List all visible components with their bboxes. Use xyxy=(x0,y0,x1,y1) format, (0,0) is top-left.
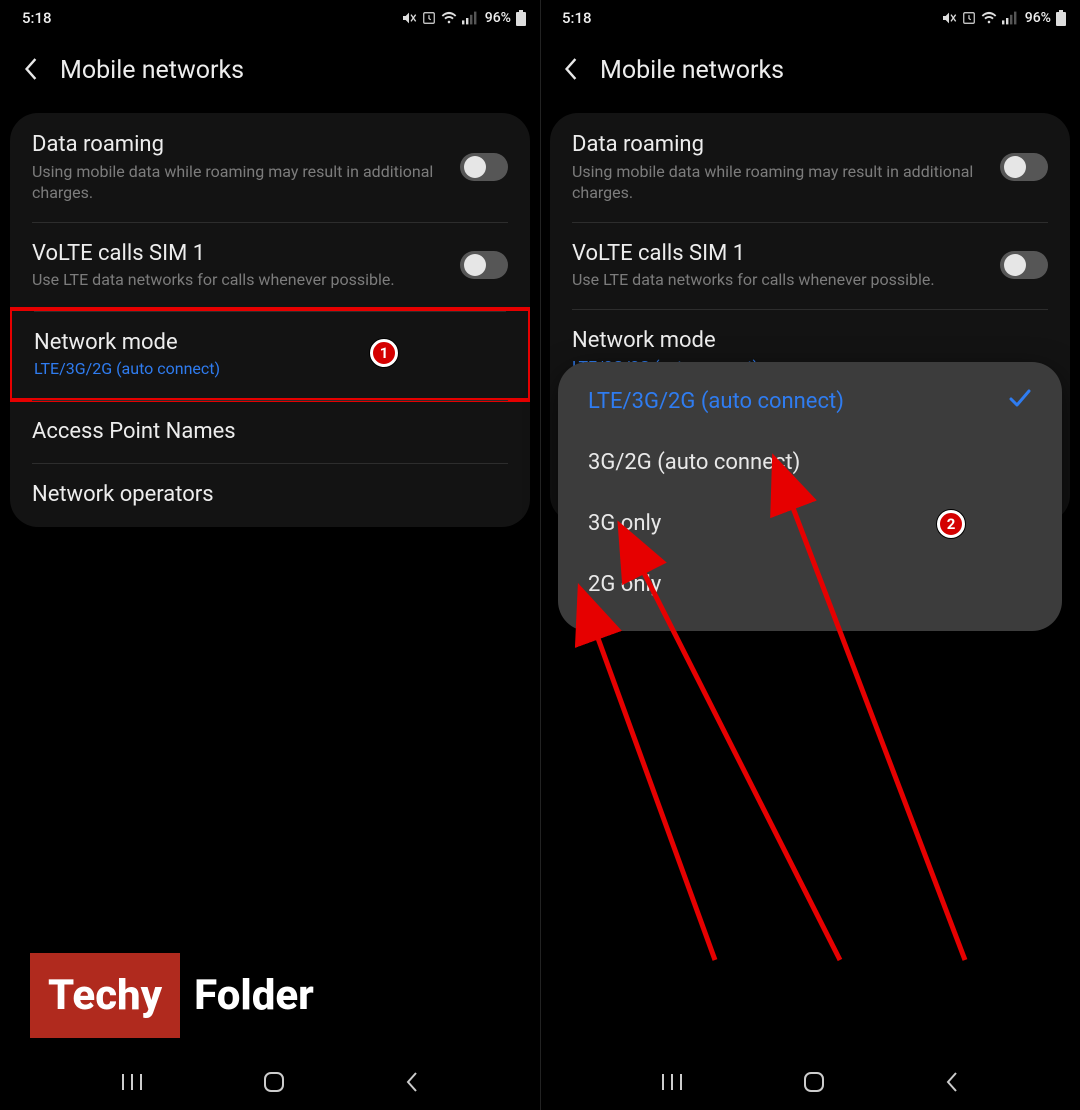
item-volte[interactable]: VoLTE calls SIM 1 Use LTE data networks … xyxy=(10,222,530,309)
wifi-icon xyxy=(441,11,457,25)
item-subtitle: Using mobile data while roaming may resu… xyxy=(572,161,988,204)
nav-bar xyxy=(0,1058,540,1110)
home-icon xyxy=(803,1071,825,1093)
toggle-volte[interactable] xyxy=(1000,251,1048,279)
item-volte[interactable]: VoLTE calls SIM 1 Use LTE data networks … xyxy=(550,222,1070,309)
watermark-part2: Folder xyxy=(194,971,314,1020)
status-bar: 5:18 96% xyxy=(540,0,1080,32)
item-network-mode[interactable]: Network mode LTE/3G/2G (auto connect) 1 xyxy=(10,307,530,402)
popup-option-3g-2g[interactable]: 3G/2G (auto connect) xyxy=(558,432,1062,493)
status-time: 5:18 xyxy=(22,9,52,27)
item-apn[interactable]: Access Point Names xyxy=(10,400,530,464)
wifi-icon xyxy=(981,11,997,25)
settings-panel: Data roaming Using mobile data while roa… xyxy=(10,113,530,527)
watermark: Techy Folder xyxy=(30,953,314,1038)
network-mode-popup: LTE/3G/2G (auto connect) 3G/2G (auto con… xyxy=(558,362,1062,631)
signal-icon xyxy=(462,11,478,25)
battery-icon xyxy=(1056,10,1066,26)
item-title: Data roaming xyxy=(32,131,448,159)
mute-icon xyxy=(401,10,417,26)
battery-percent: 96% xyxy=(485,10,511,26)
item-subtitle: LTE/3G/2G (auto connect) xyxy=(34,358,494,380)
nav-home[interactable] xyxy=(803,1071,825,1097)
item-subtitle: Use LTE data networks for calls whenever… xyxy=(32,269,448,291)
watermark-part1: Techy xyxy=(48,971,162,1020)
item-network-operators[interactable]: Network operators xyxy=(10,463,530,527)
nav-back[interactable] xyxy=(404,1072,420,1096)
app-header: Mobile networks xyxy=(540,32,1080,113)
item-title: VoLTE calls SIM 1 xyxy=(572,240,988,268)
popup-option-3g-only[interactable]: 3G only xyxy=(558,493,1062,554)
mute-icon xyxy=(941,10,957,26)
nav-recents[interactable] xyxy=(660,1073,684,1095)
battery-icon xyxy=(516,10,526,26)
back-icon xyxy=(944,1072,960,1092)
screen-left: 5:18 96% Mobile networks Data roaming Us… xyxy=(0,0,540,1110)
item-title: Network mode xyxy=(572,327,1036,355)
item-title: Network operators xyxy=(32,481,496,509)
item-title: VoLTE calls SIM 1 xyxy=(32,240,448,268)
status-icons: 96% xyxy=(401,10,526,26)
screen-right: 5:18 96% Mobile networks Data roaming Us… xyxy=(540,0,1080,1110)
item-title: Access Point Names xyxy=(32,418,496,446)
nav-home[interactable] xyxy=(263,1071,285,1097)
chevron-left-icon xyxy=(24,58,38,80)
popup-option-lte-3g-2g[interactable]: LTE/3G/2G (auto connect) xyxy=(558,370,1062,432)
update-icon xyxy=(422,11,436,25)
page-title: Mobile networks xyxy=(600,56,784,85)
popup-option-label: 3G/2G (auto connect) xyxy=(588,450,800,475)
update-icon xyxy=(962,11,976,25)
item-data-roaming[interactable]: Data roaming Using mobile data while roa… xyxy=(10,113,530,222)
home-icon xyxy=(263,1071,285,1093)
popup-option-label: 3G only xyxy=(588,511,661,536)
status-icons: 96% xyxy=(941,10,1066,26)
back-icon xyxy=(404,1072,420,1092)
chevron-left-icon xyxy=(564,58,578,80)
popup-option-label: LTE/3G/2G (auto connect) xyxy=(588,389,844,414)
status-bar: 5:18 96% xyxy=(0,0,540,32)
annotation-badge-2: 2 xyxy=(937,510,965,538)
popup-option-2g-only[interactable]: 2G only xyxy=(558,554,1062,615)
back-button[interactable] xyxy=(564,58,578,84)
toggle-data-roaming[interactable] xyxy=(1000,153,1048,181)
recents-icon xyxy=(120,1073,144,1091)
nav-recents[interactable] xyxy=(120,1073,144,1095)
status-time: 5:18 xyxy=(562,9,592,27)
nav-bar xyxy=(540,1058,1080,1110)
check-icon xyxy=(1008,388,1032,414)
nav-back[interactable] xyxy=(944,1072,960,1096)
page-title: Mobile networks xyxy=(60,56,244,85)
app-header: Mobile networks xyxy=(0,32,540,113)
annotation-badge-1: 1 xyxy=(370,339,398,367)
toggle-volte[interactable] xyxy=(460,251,508,279)
item-subtitle: Use LTE data networks for calls whenever… xyxy=(572,269,988,291)
back-button[interactable] xyxy=(24,58,38,84)
toggle-data-roaming[interactable] xyxy=(460,153,508,181)
item-subtitle: Using mobile data while roaming may resu… xyxy=(32,161,448,204)
signal-icon xyxy=(1002,11,1018,25)
item-title: Network mode xyxy=(34,329,494,357)
recents-icon xyxy=(660,1073,684,1091)
popup-option-label: 2G only xyxy=(588,572,661,597)
battery-percent: 96% xyxy=(1025,10,1051,26)
item-title: Data roaming xyxy=(572,131,988,159)
item-data-roaming[interactable]: Data roaming Using mobile data while roa… xyxy=(550,113,1070,222)
